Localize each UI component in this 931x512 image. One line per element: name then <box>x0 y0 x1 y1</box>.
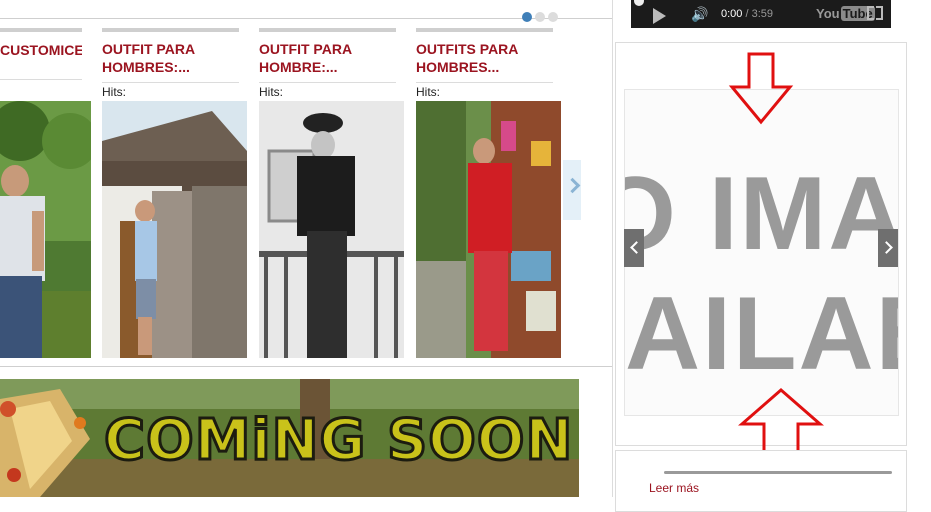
coming-soon-text: COMiNG SOON <box>102 407 574 475</box>
video-time: 0:00 / 3:59 <box>721 8 773 20</box>
card-top-bar <box>416 28 553 32</box>
slider-next-button[interactable] <box>878 229 898 267</box>
video-duration: 3:59 <box>751 8 774 20</box>
youtube-logo-you: You <box>816 6 840 21</box>
card-title[interactable]: OUTFITS PARA HOMBRES... <box>416 40 553 76</box>
photo-man-in-park <box>0 101 91 358</box>
arrow-down-annotation-icon <box>728 52 794 125</box>
carousel-card-3[interactable]: OUTFIT PARA HOMBRE:... Hits: <box>259 28 396 99</box>
carousel-next-button[interactable] <box>563 160 581 220</box>
read-more-link[interactable]: Leer más <box>649 481 699 495</box>
card-hits-label: Hits: <box>259 85 283 99</box>
placeholder-text-line1: O IMAG <box>625 156 899 272</box>
card-hits-label: Hits: <box>102 85 126 99</box>
arrow-up-annotation-icon <box>738 388 824 457</box>
card-top-bar <box>259 28 396 32</box>
play-icon[interactable] <box>653 8 666 24</box>
scrub-handle[interactable] <box>634 0 644 6</box>
column-divider <box>612 0 613 497</box>
card-divider <box>416 82 553 83</box>
pagination-dot-1[interactable] <box>522 12 532 22</box>
carousel-card-1[interactable]: CUSTOMICED <box>0 28 82 80</box>
pagination-dot-3[interactable] <box>548 12 558 22</box>
placeholder-text-line2: AILAB <box>625 276 898 392</box>
chevron-right-icon <box>564 177 581 194</box>
read-more-bar <box>664 471 892 474</box>
card-divider <box>259 82 396 83</box>
card-title[interactable]: CUSTOMICED <box>0 41 82 59</box>
current-time: 0:00 <box>721 8 743 20</box>
card-top-bar <box>102 28 239 32</box>
pagination-dot-2[interactable] <box>535 12 545 22</box>
volume-icon[interactable]: 🔊 <box>691 6 708 23</box>
card-hits-label: Hits: <box>416 85 440 99</box>
card-4-photo[interactable] <box>416 101 561 358</box>
fullscreen-icon[interactable] <box>867 6 883 20</box>
carousel-card-4[interactable]: OUTFITS PARA HOMBRES... Hits: <box>416 28 553 99</box>
chevron-left-icon <box>630 241 643 254</box>
slider-prev-button[interactable] <box>624 229 644 267</box>
section-divider <box>0 366 612 367</box>
card-2-photo[interactable] <box>102 101 247 358</box>
photo-man-in-black-hat <box>259 101 404 358</box>
youtube-logo[interactable]: You Tube <box>816 6 875 21</box>
card-divider <box>102 82 239 83</box>
chevron-right-icon <box>880 241 893 254</box>
card-3-photo[interactable] <box>259 101 404 358</box>
card-title[interactable]: OUTFIT PARA HOMBRE:... <box>259 40 396 76</box>
carousel-card-2[interactable]: OUTFIT PARA HOMBRES:... Hits: <box>102 28 239 99</box>
coming-soon-banner[interactable]: COMiNG SOON <box>0 379 579 497</box>
time-separator: / <box>742 8 752 20</box>
card-divider <box>0 79 82 80</box>
no-image-placeholder[interactable]: O IMAG AILAB <box>624 89 899 416</box>
card-top-bar <box>0 28 82 32</box>
carousel-top-rule <box>0 18 612 19</box>
photo-man-by-stone-house <box>102 101 247 358</box>
card-1-photo[interactable] <box>0 101 91 358</box>
youtube-player-controls[interactable]: 🔊 0:00 / 3:59 You Tube <box>631 0 891 28</box>
card-title[interactable]: OUTFIT PARA HOMBRES:... <box>102 40 239 76</box>
photo-man-in-red-jacket <box>416 101 561 358</box>
